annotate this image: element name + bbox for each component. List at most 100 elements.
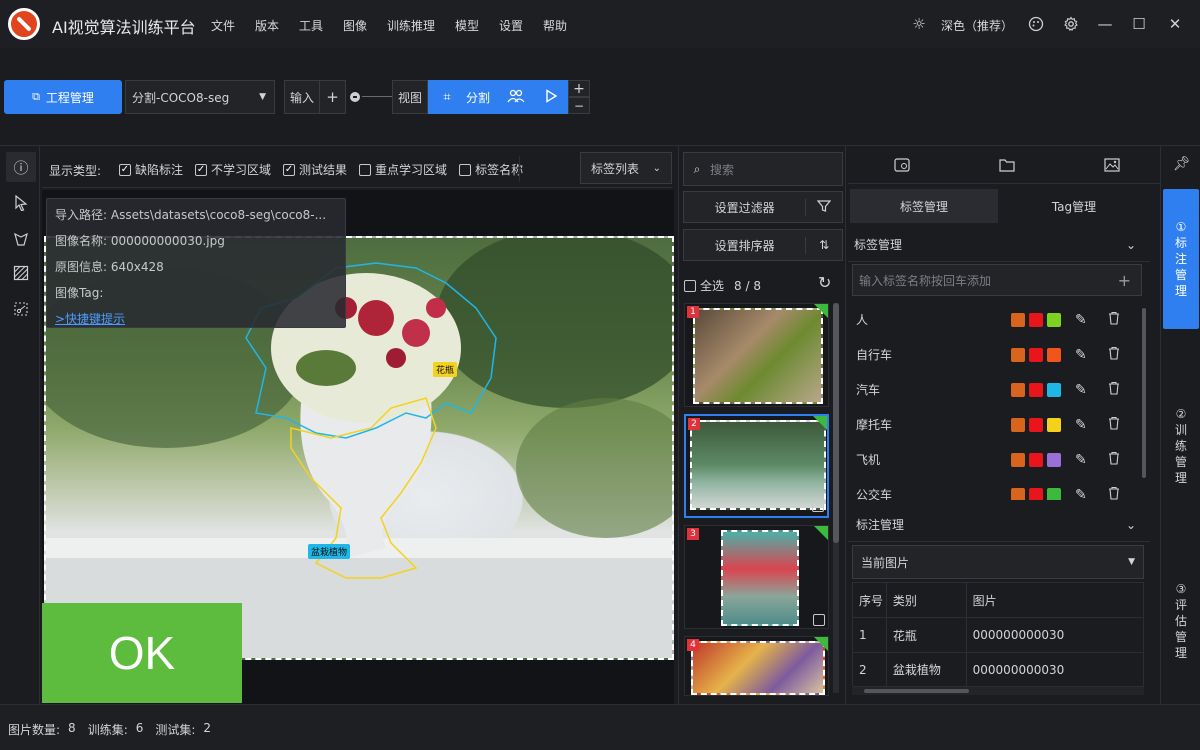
menu-model[interactable]: 模型 [455,17,479,34]
tag-vase[interactable]: 花瓶 [433,362,458,377]
tab-label-manage[interactable]: 标签管理 [850,189,998,223]
people-icon[interactable] [496,89,536,106]
thumbnail-3-checkbox[interactable] [813,614,825,626]
anno-section-header[interactable]: 标注管理 ⌄ [848,508,1150,542]
color-swatch[interactable] [1011,347,1025,362]
color-swatch[interactable] [1047,347,1061,362]
sort-icon[interactable]: ⇅ [806,238,842,252]
label-row[interactable]: 摩托车 ✎ [850,407,1140,442]
edit-icon[interactable]: ✎ [1075,487,1087,501]
theme-label[interactable]: 深色（推荐） [941,17,1013,34]
display-option-3[interactable]: 重点学习区域 [359,161,447,178]
color-swatch[interactable] [1047,382,1061,397]
label-row[interactable]: 汽车 ✎ [850,372,1140,407]
menu-tools[interactable]: 工具 [299,17,323,34]
checkbox[interactable]: ✓ [195,163,208,176]
trash-icon[interactable] [1107,416,1121,433]
tab-annotation[interactable]: ① 标注管理 [1163,189,1199,329]
color-swatch[interactable] [1047,487,1061,500]
label-row[interactable]: 公交车 ✎ [850,477,1140,500]
tag-potted-plant[interactable]: 盆栽植物 [308,544,351,559]
select-all-checkbox[interactable] [684,279,696,292]
zoom-out-button[interactable]: − [568,97,590,114]
menu-file[interactable]: 文件 [211,17,235,34]
color-swatch[interactable] [1011,417,1025,432]
thumbnail-1[interactable]: 1 [684,303,829,407]
sun-icon[interactable]: ☼ [909,14,929,34]
color-swatch[interactable] [1029,417,1043,432]
minimize-icon[interactable]: — [1095,14,1115,34]
filter-button[interactable]: 设置过滤器 [683,191,843,223]
polygon-tool-icon[interactable] [6,224,36,254]
table-row[interactable]: 1 花瓶 000000000030 [853,618,1145,653]
trash-icon[interactable] [1107,311,1121,328]
color-swatch[interactable] [1029,452,1043,467]
shortcut-hint-link[interactable]: >快捷键提示 [55,310,125,327]
thumbnail-3[interactable]: 3 [684,525,829,629]
thumbnail-scrollbar[interactable] [833,303,839,693]
maximize-icon[interactable]: ☐ [1129,14,1149,34]
table-horizontal-scrollbar[interactable] [852,687,1144,695]
trash-icon[interactable] [1107,346,1121,363]
label-row[interactable]: 自行车 ✎ [850,337,1140,372]
tab-tag-manage[interactable]: Tag管理 [1000,189,1148,223]
thumbnail-2-checkbox[interactable] [812,500,824,512]
label-section-header[interactable]: 标签管理 ⌄ [848,228,1150,262]
edit-icon[interactable]: ✎ [1075,452,1087,468]
pointer-icon[interactable] [6,188,36,218]
checkbox[interactable] [459,163,472,176]
palette-icon[interactable] [1026,14,1046,34]
display-option-1[interactable]: ✓ 不学习区域 [195,161,271,178]
zoom-in-button[interactable]: + [568,80,590,97]
color-swatch[interactable] [1011,452,1025,467]
trash-icon[interactable] [1107,381,1121,398]
input-node[interactable]: 输入 + [284,80,346,114]
tab-training[interactable]: ② 训练管理 [1163,396,1199,496]
color-swatch[interactable] [1029,382,1043,397]
menu-image[interactable]: 图像 [343,17,367,34]
menu-version[interactable]: 版本 [255,17,279,34]
image-gallery-icon[interactable] [1103,156,1121,177]
trash-icon[interactable] [1107,486,1121,500]
search-box[interactable]: ⌕ 搜索 [683,152,843,186]
segment-node[interactable]: ⌗ 分割 [428,80,568,114]
project-manage-button[interactable]: ⧉ 工程管理 [4,80,122,114]
tab-evaluation[interactable]: ③ 评估管理 [1163,571,1199,671]
display-option-0[interactable]: ✓ 缺陷标注 [119,161,183,178]
label-list-scrollbar[interactable] [1142,302,1148,500]
color-swatch[interactable] [1011,487,1025,500]
add-label-icon[interactable]: + [1118,271,1131,290]
label-row[interactable]: 飞机 ✎ [850,442,1140,477]
add-input-button[interactable]: + [319,81,345,113]
gear-icon[interactable] [1061,14,1081,34]
thumbnail-2-selected[interactable]: 2 [684,414,829,518]
checkbox[interactable]: ✓ [283,163,296,176]
thumbnail-4[interactable]: 4 [684,636,829,696]
image-settings-icon[interactable] [893,156,911,177]
color-swatch[interactable] [1047,417,1061,432]
edit-icon[interactable]: ✎ [1075,312,1087,328]
color-swatch[interactable] [1047,312,1061,327]
display-option-4[interactable]: 标签名称 [459,161,523,178]
menu-help[interactable]: 帮助 [543,17,567,34]
filter-icon[interactable] [806,199,842,216]
color-swatch[interactable] [1011,312,1025,327]
display-option-2[interactable]: ✓ 测试结果 [283,161,347,178]
project-select[interactable]: 分割-COCO8-seg ▼ [125,80,275,114]
menu-train-infer[interactable]: 训练推理 [387,17,435,34]
label-list-dropdown[interactable]: 标签列表 ⌄ [580,152,672,184]
hatch-region-icon[interactable] [6,258,36,288]
pin-icon[interactable]: 📌︎ [1173,156,1191,172]
select-all[interactable]: 全选 8 / 8 [684,277,761,294]
close-icon[interactable]: ✕ [1165,14,1185,34]
trash-icon[interactable] [1107,451,1121,468]
label-row[interactable]: 人 ✎ [850,302,1140,337]
edit-icon[interactable]: ✎ [1075,347,1087,363]
checkbox[interactable]: ✓ [119,163,131,176]
refresh-icon[interactable]: ↻ [818,273,831,292]
color-swatch[interactable] [1047,452,1061,467]
folder-icon[interactable] [998,156,1016,177]
color-swatch[interactable] [1029,312,1043,327]
table-row[interactable]: 2 盆栽植物 000000000030 [853,653,1145,687]
color-swatch[interactable] [1029,487,1043,500]
